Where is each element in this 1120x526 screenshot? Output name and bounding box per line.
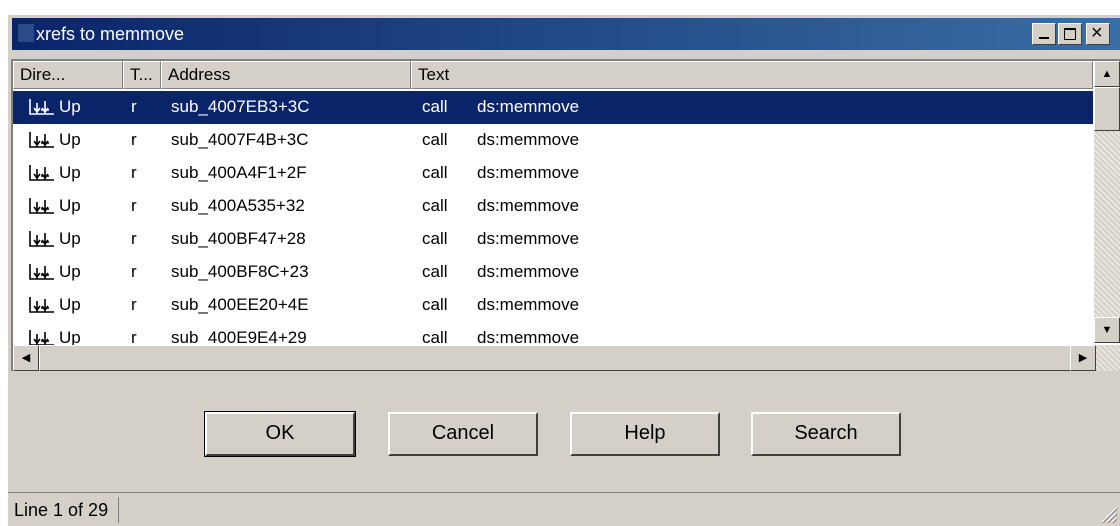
mnemonic-cell: call xyxy=(422,196,448,215)
address-cell: sub_400A4F1+2F xyxy=(171,163,307,182)
table-row[interactable]: Up r sub_400BF8C+23 call ds:memmove xyxy=(13,256,1093,289)
help-button[interactable]: Help xyxy=(570,412,720,456)
direction-cell: Up xyxy=(59,130,81,149)
vertical-scroll-thumb[interactable] xyxy=(1094,87,1120,131)
scroll-left-button[interactable]: ◀ xyxy=(13,345,39,371)
table-row[interactable]: Up r sub_400A4F1+2F call ds:memmove xyxy=(13,157,1093,190)
xref-up-icon xyxy=(28,262,56,282)
direction-cell: Up xyxy=(59,229,81,248)
status-text: Line 1 of 29 xyxy=(10,497,120,523)
table-row[interactable]: Up r sub_4007EB3+3C call ds:memmove xyxy=(13,91,1093,124)
close-icon: × xyxy=(1091,22,1103,44)
vertical-scrollbar[interactable]: ▲ ▼ xyxy=(1094,61,1120,343)
mnemonic-cell: call xyxy=(422,97,448,116)
window-title: xrefs to memmove xyxy=(36,24,185,44)
column-header-address[interactable]: Address xyxy=(161,61,411,89)
minimize-button[interactable] xyxy=(1032,23,1056,45)
operand-cell: ds:memmove xyxy=(477,229,580,248)
horizontal-scrollbar[interactable]: ◀ ▶ xyxy=(13,345,1120,371)
operand-cell: ds:memmove xyxy=(477,97,580,116)
type-cell: r xyxy=(131,97,137,116)
close-button[interactable]: × xyxy=(1086,22,1110,45)
search-button[interactable]: Search xyxy=(751,412,901,456)
scroll-down-button[interactable]: ▼ xyxy=(1094,317,1120,343)
operand-cell: ds:memmove xyxy=(477,196,580,215)
list-header: Dire... T... Address Text xyxy=(13,61,1093,89)
cancel-button[interactable]: Cancel xyxy=(388,412,538,456)
title-bar[interactable]: xrefs to memmove × xyxy=(12,18,1120,50)
direction-cell: Up xyxy=(59,262,81,281)
direction-cell: Up xyxy=(59,295,81,314)
mnemonic-cell: call xyxy=(422,130,448,149)
xref-list[interactable]: Dire... T... Address Text Up r sub_4007EB3… xyxy=(11,59,1120,371)
xref-up-icon xyxy=(28,295,56,315)
status-bar: Line 1 of 29 xyxy=(8,492,1120,526)
scroll-right-button[interactable]: ▶ xyxy=(1070,345,1096,371)
window-icon xyxy=(18,24,34,42)
mnemonic-cell: call xyxy=(422,262,448,281)
resize-grip-icon[interactable] xyxy=(1098,504,1118,524)
type-cell: r xyxy=(131,130,137,149)
ok-button[interactable]: OK xyxy=(204,411,356,457)
direction-cell: Up xyxy=(59,196,81,215)
operand-cell: ds:memmove xyxy=(477,295,580,314)
xref-up-icon xyxy=(28,130,56,150)
mnemonic-cell: call xyxy=(422,229,448,248)
table-row[interactable]: Up r sub_400EE20+4E call ds:memmove xyxy=(13,289,1093,322)
xref-up-icon xyxy=(28,97,56,117)
type-cell: r xyxy=(131,163,137,182)
type-cell: r xyxy=(131,229,137,248)
maximize-button[interactable] xyxy=(1058,23,1082,45)
horizontal-scroll-thumb[interactable] xyxy=(39,345,1074,371)
address-cell: sub_400BF8C+23 xyxy=(171,262,309,281)
type-cell: r xyxy=(131,262,137,281)
xref-up-icon xyxy=(28,196,56,216)
direction-cell: Up xyxy=(59,97,81,116)
type-cell: r xyxy=(131,295,137,314)
column-header-direction[interactable]: Dire... xyxy=(13,61,123,89)
table-row[interactable]: Up r sub_4007F4B+3C call ds:memmove xyxy=(13,124,1093,157)
address-cell: sub_400EE20+4E xyxy=(171,295,309,314)
xref-up-icon xyxy=(28,163,56,183)
table-row[interactable]: Up r sub_400A535+32 call ds:memmove xyxy=(13,190,1093,223)
scroll-up-button[interactable]: ▲ xyxy=(1094,61,1120,87)
address-cell: sub_400BF47+28 xyxy=(171,229,306,248)
column-header-type[interactable]: T... xyxy=(123,61,161,89)
direction-cell: Up xyxy=(59,163,81,182)
mnemonic-cell: call xyxy=(422,295,448,314)
column-header-text[interactable]: Text xyxy=(411,61,1093,89)
operand-cell: ds:memmove xyxy=(477,163,580,182)
mnemonic-cell: call xyxy=(422,163,448,182)
address-cell: sub_4007EB3+3C xyxy=(171,97,310,116)
table-row[interactable]: Up r sub_400BF47+28 call ds:memmove xyxy=(13,223,1093,256)
xref-up-icon xyxy=(28,229,56,249)
type-cell: r xyxy=(131,196,137,215)
xrefs-dialog: xrefs to memmove × Dire... T... Address … xyxy=(8,15,1120,526)
address-cell: sub_400A535+32 xyxy=(171,196,305,215)
operand-cell: ds:memmove xyxy=(477,262,580,281)
address-cell: sub_4007F4B+3C xyxy=(171,130,309,149)
operand-cell: ds:memmove xyxy=(477,130,580,149)
